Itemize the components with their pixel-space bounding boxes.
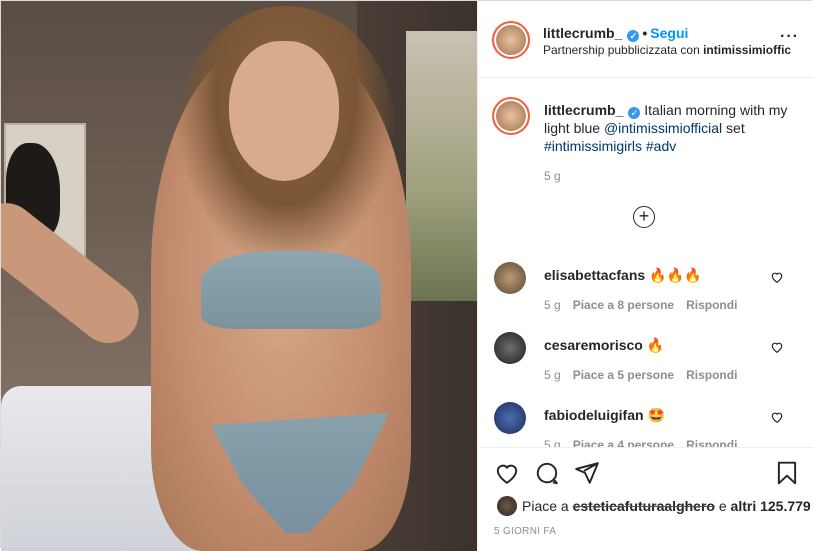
post-timestamp[interactable]: 5 GIORNI FA	[494, 526, 556, 537]
like-comment-heart-icon[interactable]	[770, 340, 784, 354]
photo-lingerie-top	[201, 251, 381, 329]
caption-time[interactable]: 5 g	[544, 169, 561, 183]
author-username[interactable]: littlecrumb_	[543, 25, 622, 41]
bookmark-icon[interactable]	[774, 460, 800, 486]
comment-time[interactable]: 5 g	[544, 368, 561, 382]
comment-text: 🤩	[647, 407, 665, 423]
partner-link[interactable]: intimissimioffic	[703, 43, 791, 57]
author-avatar[interactable]	[492, 21, 530, 59]
caption-text-after: set	[722, 120, 745, 136]
comment-avatar[interactable]	[494, 332, 526, 364]
partnership-prefix: Partnership pubblicizzata con	[543, 43, 704, 57]
verified-badge-icon: ✓	[627, 30, 640, 42]
comment-body: cesaremorisco 🔥	[544, 337, 664, 354]
comment-likes[interactable]: Piace a 5 persone	[573, 368, 674, 382]
comment-meta: 5 g Piace a 5 persone Rispondi	[544, 368, 749, 382]
comment-meta: 5 g Piace a 8 persone Rispondi	[544, 298, 749, 312]
like-comment-heart-icon[interactable]	[770, 410, 784, 424]
comment-avatar[interactable]	[494, 262, 526, 294]
more-options-icon[interactable]: ···	[780, 28, 799, 46]
caption-hashtags[interactable]: #intimissimigirls #adv	[544, 138, 676, 154]
caption-username[interactable]: littlecrumb_	[544, 102, 623, 118]
comment-icon[interactable]	[534, 460, 560, 486]
comment-item: elisabettacfans 🔥🔥🔥 5 g Piace a 8 persone R…	[478, 262, 814, 332]
photo-window	[406, 31, 477, 301]
comment-username[interactable]: elisabettacfans	[544, 267, 645, 283]
load-more-comments-icon[interactable]: +	[633, 206, 655, 228]
caption-avatar[interactable]	[492, 97, 530, 135]
likes-summary: Piace a esteticafuturaalghero e altri 12…	[522, 498, 811, 514]
post-caption: littlecrumb_ ✓ Italian morning with my li…	[544, 101, 794, 155]
comment-item: cesaremorisco 🔥 5 g Piace a 5 persone Rispo…	[478, 332, 814, 402]
follow-button[interactable]: Segui	[650, 25, 688, 41]
comment-username[interactable]: fabiodeluigifan	[544, 407, 644, 423]
likes-middle: e	[714, 498, 731, 514]
like-comment-heart-icon[interactable]	[770, 270, 784, 284]
comment-username[interactable]: cesaremorisco	[544, 337, 643, 353]
comment-avatar[interactable]	[494, 402, 526, 434]
comment-likes[interactable]: Piace a 8 persone	[573, 298, 674, 312]
photo-face	[229, 41, 339, 181]
heart-icon[interactable]	[494, 460, 520, 486]
comment-time[interactable]: 5 g	[544, 298, 561, 312]
comment-body: fabiodeluigifan 🤩	[544, 407, 665, 424]
post-dialog: littlecrumb_ ✓ • Segui Partnership pubblici…	[0, 0, 814, 551]
liker-avatar[interactable]	[497, 496, 517, 516]
likes-prefix: Piace a	[522, 498, 573, 514]
header-divider	[478, 77, 814, 78]
caption-mention[interactable]: @intimissimiofficial	[604, 120, 722, 136]
comment-text: 🔥🔥🔥	[649, 267, 702, 283]
comment-text: 🔥	[646, 337, 665, 353]
separator-dot: •	[642, 25, 648, 41]
comment-body: elisabettacfans 🔥🔥🔥	[544, 267, 701, 284]
liker-username[interactable]: esteticafuturaalghero	[573, 498, 715, 514]
partnership-label: Partnership pubblicizzata con intimissim…	[543, 43, 798, 57]
post-sidebar: littlecrumb_ ✓ • Segui Partnership pubblici…	[477, 1, 814, 550]
reply-button[interactable]: Rispondi	[686, 298, 737, 312]
reply-button[interactable]: Rispondi	[686, 368, 737, 382]
post-header-user: littlecrumb_ ✓ • Segui	[543, 25, 688, 42]
share-icon[interactable]	[574, 460, 600, 486]
likes-count[interactable]: altri 125.779	[731, 498, 811, 514]
post-actions: Piace a esteticafuturaalghero e altri 12…	[478, 447, 814, 550]
verified-badge-icon: ✓	[628, 107, 641, 119]
post-photo[interactable]	[1, 1, 477, 551]
